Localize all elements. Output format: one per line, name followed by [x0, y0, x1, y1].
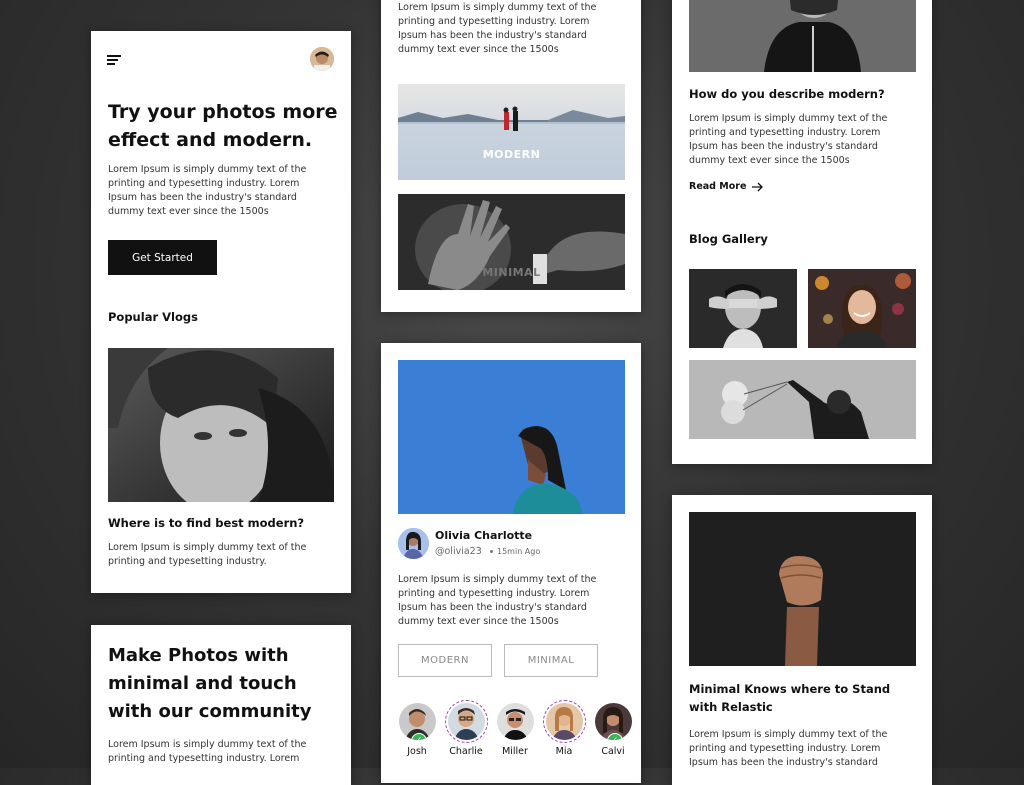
gallery-photo[interactable] — [808, 269, 916, 348]
post-card: Olivia Charlotte @olivia23 15min Ago Lor… — [381, 343, 641, 783]
user-miller[interactable]: Miller — [495, 703, 535, 757]
vlog-photo[interactable] — [108, 348, 334, 502]
arrow-right-icon — [752, 182, 764, 191]
author-handle: @olivia23 — [435, 546, 482, 557]
user-name: Mia — [555, 746, 573, 757]
user-name: Josh — [407, 746, 427, 757]
community-text: Lorem Ipsum is simply dummy text of the … — [108, 739, 307, 764]
article-photo[interactable] — [689, 0, 916, 72]
get-started-button[interactable]: Get Started — [108, 240, 217, 275]
modern-tile[interactable]: MODERN — [398, 84, 625, 180]
community-title: Make Photos with minimal and touch with … — [108, 645, 312, 722]
modern-tile-label: MODERN — [482, 148, 541, 161]
verified-icon: ✓ — [410, 733, 427, 740]
avatar — [542, 700, 586, 743]
menu-icon[interactable] — [107, 55, 121, 67]
tag-minimal[interactable]: MINIMAL — [504, 644, 598, 677]
post-text: Lorem Ipsum is simply dummy text of the … — [398, 574, 597, 627]
article-title[interactable]: How do you describe modern? — [689, 87, 885, 101]
gallery-photo[interactable] — [689, 269, 797, 348]
community-card: Make Photos with minimal and touch with … — [91, 625, 351, 785]
read-more-link[interactable]: Read More — [689, 181, 764, 192]
avatar[interactable] — [310, 47, 334, 71]
categories-intro: Lorem Ipsum is simply dummy text of the … — [398, 2, 597, 55]
user-name: Calvi — [601, 746, 625, 757]
read-more-label: Read More — [689, 181, 747, 192]
author-name[interactable]: Olivia Charlotte — [435, 529, 532, 542]
fist-text: Lorem Ipsum is simply dummy text of the … — [689, 729, 888, 768]
user-mia[interactable]: Mia — [542, 700, 586, 757]
fist-photo[interactable] — [689, 512, 916, 666]
vlog-text: Lorem Ipsum is simply dummy text of the … — [108, 542, 307, 567]
avatar — [496, 703, 534, 740]
fist-card: Minimal Knows where to Stand with Relast… — [672, 495, 932, 785]
post-time: 15min Ago — [497, 547, 541, 556]
home-card: Try your photos more effect and modern. … — [91, 31, 351, 593]
avatar — [444, 700, 488, 743]
user-name: Charlie — [449, 746, 483, 757]
dot-separator — [490, 550, 493, 553]
minimal-tile-label: MINIMAL — [482, 266, 541, 279]
user-name: Miller — [502, 746, 528, 757]
user-josh[interactable]: ✓ Josh — [397, 703, 437, 757]
avatar: ✓ — [398, 703, 436, 740]
user-charlie[interactable]: Charlie — [444, 700, 488, 757]
author-avatar[interactable] — [398, 528, 429, 559]
page-title: Try your photos more effect and modern. — [108, 101, 338, 151]
section-title-popular-vlogs: Popular Vlogs — [108, 310, 198, 324]
gallery-photo[interactable] — [689, 360, 916, 439]
avatar: ✓ — [594, 703, 632, 740]
verified-icon: ✓ — [606, 733, 623, 740]
fist-title[interactable]: Minimal Knows where to Stand with Relast… — [689, 680, 909, 716]
hero-text: Lorem Ipsum is simply dummy text of the … — [108, 164, 307, 217]
post-photo[interactable] — [398, 360, 625, 514]
minimal-tile[interactable]: MINIMAL — [398, 194, 625, 290]
vlog-title[interactable]: Where is to find best modern? — [108, 516, 304, 530]
gallery-title: Blog Gallery — [689, 232, 768, 246]
article-text: Lorem Ipsum is simply dummy text of the … — [689, 113, 888, 166]
tag-modern[interactable]: MODERN — [398, 644, 492, 677]
categories-card: Lorem Ipsum is simply dummy text of the … — [381, 0, 641, 312]
article-card: How do you describe modern? Lorem Ipsum … — [672, 0, 932, 464]
user-calvi[interactable]: ✓ Calvi — [593, 703, 633, 757]
